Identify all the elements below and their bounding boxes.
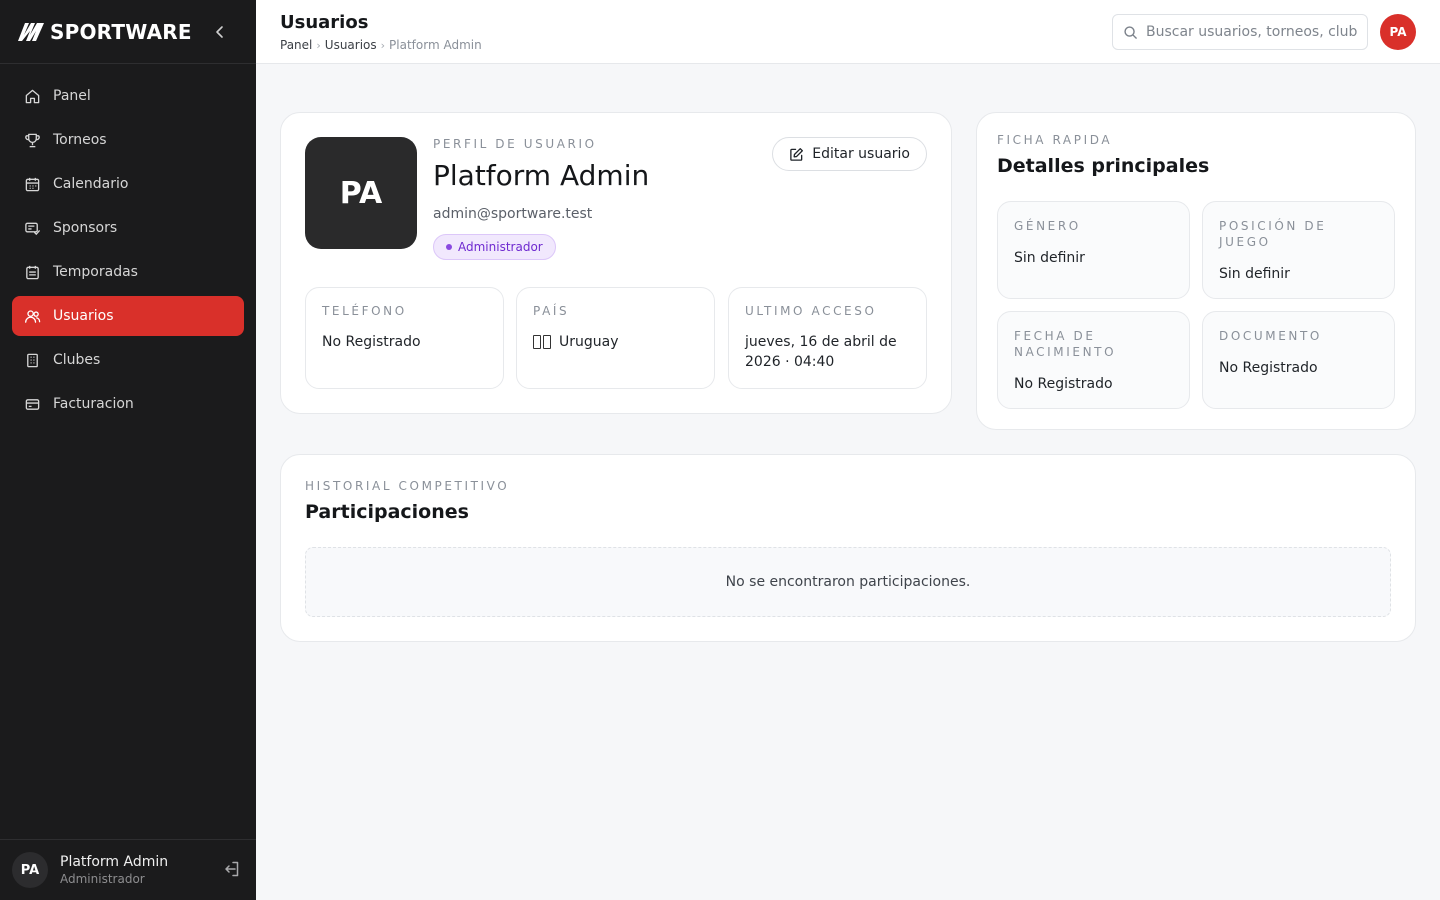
document-value: No Registrado: [1219, 360, 1318, 376]
sidebar-item-clubes[interactable]: Clubes: [12, 340, 244, 380]
history-card: HISTORIAL COMPETITIVO Participaciones No…: [280, 454, 1416, 642]
country-label: PAÍS: [533, 304, 570, 318]
gender-value: Sin definir: [1014, 250, 1085, 266]
role-badge-label: Administrador: [458, 240, 543, 254]
sidebar-item-torneos[interactable]: Torneos: [12, 120, 244, 160]
search-input[interactable]: [1146, 24, 1357, 40]
last-access-value: jueves, 16 de abril de 2026 · 04:40: [745, 334, 897, 370]
edit-icon: [790, 147, 804, 161]
quick-details-card: FICHA RAPIDA Detalles principales GÉNERO…: [976, 112, 1416, 430]
search-box[interactable]: [1112, 14, 1368, 50]
birthdate-label: FECHA DE NACIMIENTO: [1014, 329, 1117, 359]
profile-email: admin@sportware.test: [433, 206, 593, 222]
search-icon: [1124, 25, 1137, 39]
collapse-sidebar-button[interactable]: [208, 20, 232, 44]
sidebar: SPORTWARE Panel Torneos Calendario Spons…: [0, 0, 256, 900]
position-label: POSICIÓN DE JUEGO: [1219, 219, 1327, 249]
position-value: Sin definir: [1219, 266, 1290, 282]
last-access-field: ULTIMO ACCESO jueves, 16 de abril de 202…: [728, 287, 927, 389]
profile-card: PA PERFIL DE USUARIO Platform Admin admi…: [280, 112, 952, 414]
birthdate-value: No Registrado: [1014, 376, 1113, 392]
sidebar-item-label: Sponsors: [53, 220, 118, 236]
users-icon: [25, 309, 41, 323]
history-title: Participaciones: [305, 501, 469, 523]
breadcrumb-current: Platform Admin: [389, 38, 482, 52]
history-eyebrow: HISTORIAL COMPETITIVO: [305, 479, 510, 493]
gender-field: GÉNERO Sin definir: [997, 201, 1190, 299]
profile-info: PERFIL DE USUARIO Platform Admin admin@s…: [433, 137, 649, 260]
home-icon: [25, 89, 40, 103]
edit-user-label: Editar usuario: [812, 146, 910, 162]
breadcrumb-usuarios[interactable]: Usuarios: [325, 38, 377, 52]
document-label: DOCUMENTO: [1219, 329, 1322, 343]
position-field: POSICIÓN DE JUEGO Sin definir: [1202, 201, 1395, 299]
sidebar-user-name: Platform Admin: [60, 854, 169, 870]
avatar: PA: [12, 852, 48, 888]
empty-state-message: No se encontraron participaciones.: [725, 574, 971, 590]
role-badge: Administrador: [433, 234, 556, 260]
phone-label: TELÉFONO: [322, 304, 407, 318]
edit-user-button[interactable]: Editar usuario: [772, 137, 927, 171]
sidebar-item-panel[interactable]: Panel: [12, 76, 244, 116]
phone-field: TELÉFONO No Registrado: [305, 287, 504, 389]
sidebar-item-facturacion[interactable]: Facturacion: [12, 384, 244, 424]
flag-icon: [533, 335, 551, 349]
role-dot-icon: [446, 244, 452, 250]
profile-avatar: PA: [305, 137, 417, 249]
sidebar-item-label: Clubes: [53, 352, 101, 368]
chevron-left-icon: [216, 25, 223, 38]
sidebar-item-calendario[interactable]: Calendario: [12, 164, 244, 204]
last-access-label: ULTIMO ACCESO: [745, 304, 877, 318]
country-value-row: Uruguay: [533, 332, 698, 352]
sidebar-item-label: Temporadas: [53, 264, 138, 280]
brand-name: SPORTWARE: [50, 19, 192, 44]
user-avatar-button[interactable]: PA: [1380, 14, 1416, 50]
sidebar-nav: Panel Torneos Calendario Sponsors Tempor…: [0, 64, 256, 440]
sidebar-user-info: Platform Admin Administrador: [60, 854, 222, 886]
profile-name: Platform Admin: [433, 159, 650, 192]
page-title: Usuarios: [280, 12, 369, 33]
empty-state: No se encontraron participaciones.: [305, 547, 1391, 617]
sponsors-icon: [25, 222, 41, 235]
building-icon: [27, 353, 38, 367]
gender-label: GÉNERO: [1014, 219, 1081, 233]
history-header: HISTORIAL COMPETITIVO Participaciones: [305, 479, 509, 523]
phone-value: No Registrado: [322, 334, 421, 350]
calendar-icon: [25, 177, 40, 191]
quick-title: Detalles principales: [997, 155, 1210, 177]
breadcrumb: Panel › Usuarios › Platform Admin: [280, 38, 482, 52]
sidebar-item-label: Usuarios: [53, 308, 114, 324]
breadcrumb-separator: ›: [380, 38, 386, 52]
trophy-icon: [25, 133, 40, 147]
country-field: PAÍS Uruguay: [516, 287, 715, 389]
sidebar-item-label: Facturacion: [53, 396, 134, 412]
quick-header: FICHA RAPIDA Detalles principales: [997, 133, 1209, 177]
logout-icon: [225, 861, 239, 877]
sidebar-item-sponsors[interactable]: Sponsors: [12, 208, 244, 248]
calendar-list-icon: [26, 265, 39, 279]
brand-logo[interactable]: SPORTWARE: [16, 20, 192, 44]
sidebar-item-label: Torneos: [53, 132, 107, 148]
billing-icon: [25, 398, 40, 410]
country-value: Uruguay: [559, 334, 619, 350]
sidebar-user: PA Platform Admin Administrador: [0, 839, 256, 900]
sidebar-item-label: Calendario: [53, 176, 129, 192]
logout-button[interactable]: [222, 859, 244, 881]
brand-bar: SPORTWARE: [0, 0, 256, 64]
sidebar-user-role: Administrador: [60, 872, 145, 886]
document-field: DOCUMENTO No Registrado: [1202, 311, 1395, 409]
breadcrumb-panel[interactable]: Panel: [280, 38, 312, 52]
sidebar-item-usuarios[interactable]: Usuarios: [12, 296, 244, 336]
breadcrumb-separator: ›: [316, 38, 321, 52]
top-header: Usuarios Panel › Usuarios › Platform Adm…: [256, 0, 1440, 64]
sidebar-item-temporadas[interactable]: Temporadas: [12, 252, 244, 292]
sidebar-item-label: Panel: [53, 88, 91, 104]
birthdate-field: FECHA DE NACIMIENTO No Registrado: [997, 311, 1190, 409]
quick-eyebrow: FICHA RAPIDA: [997, 133, 1113, 147]
profile-eyebrow: PERFIL DE USUARIO: [433, 137, 597, 151]
sportware-logo-icon: [18, 22, 44, 41]
